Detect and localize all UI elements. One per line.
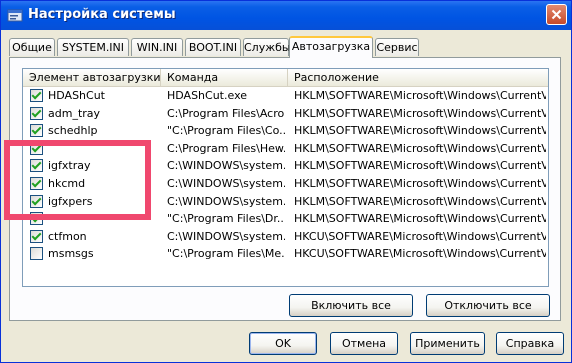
startup-item-location: HKLM\SOFTWARE\Microsoft\Windows\CurrentV…	[294, 194, 546, 208]
startup-panel: Элемент автозагрузки Команда Расположени…	[9, 57, 561, 321]
list-item[interactable]: "C:\Program Files\Dr... HKLM\SOFTWARE\Mic…	[23, 210, 548, 227]
title-bar[interactable]: Настройка системы	[1, 1, 571, 30]
startup-item-command: C:\WINDOWS\system...	[167, 194, 285, 208]
startup-item-name: ctfmon	[48, 229, 87, 243]
startup-item-command: "C:\Program Files\Co...	[167, 124, 285, 138]
close-icon	[551, 9, 562, 20]
startup-item-command: "C:\Program Files\Dr...	[167, 212, 285, 226]
startup-item-location: HKLM\SOFTWARE\Microsoft\Windows\CurrentV…	[294, 89, 546, 102]
startup-item-name: HDAShCut	[48, 89, 105, 102]
startup-checkbox[interactable]	[30, 141, 43, 155]
cancel-button[interactable]: Отмена	[330, 332, 398, 355]
startup-item-command: C:\WINDOWS\system...	[167, 159, 285, 173]
startup-item-name: msmsgs	[48, 247, 94, 261]
startup-list[interactable]: Элемент автозагрузки Команда Расположени…	[22, 68, 549, 287]
startup-item-location: HKLM\SOFTWARE\Microsoft\Windows\CurrentV…	[294, 106, 546, 120]
startup-checkbox[interactable]	[30, 124, 43, 138]
list-item[interactable]: ctfmon C:\WINDOWS\system... HKCU\SOFTWARE\…	[23, 228, 548, 245]
enable-all-button[interactable]: Включить все	[289, 294, 413, 317]
startup-item-command: "C:\Program Files\Me...	[167, 247, 285, 261]
startup-item-location: HKCU\SOFTWARE\Microsoft\Windows\CurrentV…	[294, 229, 546, 243]
startup-checkbox[interactable]	[30, 212, 43, 226]
startup-item-name: adm_tray	[48, 106, 101, 120]
column-header-command[interactable]: Команда	[161, 69, 288, 86]
startup-checkbox[interactable]	[30, 177, 43, 190]
list-item[interactable]: igfxpers C:\WINDOWS\system... HKLM\SOFTWAR…	[23, 193, 548, 210]
list-item[interactable]: schedhlp "C:\Program Files\Co... HKLM\SOFT…	[23, 122, 548, 139]
disable-all-button[interactable]: Отключить все	[426, 294, 550, 317]
tab-boot-ini[interactable]: BOOT.INI	[185, 38, 241, 56]
startup-checkbox[interactable]	[30, 229, 43, 243]
startup-checkbox[interactable]	[30, 159, 43, 173]
startup-item-name	[48, 210, 158, 227]
list-item[interactable]: C:\Program Files\Hew... HKLM\SOFTWARE\Mic…	[23, 140, 548, 157]
startup-item-command: HDAShCut.exe	[167, 89, 248, 102]
list-item[interactable]: igfxtray C:\WINDOWS\system... HKLM\SOFTWAR…	[23, 157, 548, 174]
tab-services[interactable]: Службы	[243, 38, 291, 56]
list-item[interactable]: hkcmd C:\WINDOWS\system... HKLM\SOFTWARE\M…	[23, 175, 548, 192]
startup-item-location: HKLM\SOFTWARE\Microsoft\Windows\CurrentV…	[294, 124, 546, 138]
column-header-location[interactable]: Расположение	[288, 69, 548, 86]
startup-checkbox[interactable]	[30, 89, 43, 102]
system-config-window: Настройка системы Общие SYSTEM.INI WIN.I…	[0, 0, 572, 363]
startup-item-location: HKLM\SOFTWARE\Microsoft\Windows\CurrentV…	[294, 177, 546, 190]
help-button[interactable]: Справка	[496, 332, 564, 355]
tab-system-ini[interactable]: SYSTEM.INI	[57, 38, 129, 56]
tab-general[interactable]: Общие	[9, 38, 55, 56]
tab-win-ini[interactable]: WIN.INI	[131, 38, 183, 56]
startup-item-name: hkcmd	[48, 177, 86, 190]
startup-checkbox[interactable]	[30, 247, 43, 261]
apply-button[interactable]: Применить	[410, 332, 485, 355]
startup-item-name: igfxtray	[48, 159, 91, 173]
list-header: Элемент автозагрузки Команда Расположени…	[23, 69, 548, 87]
startup-item-name	[48, 140, 158, 157]
list-item[interactable]: adm_tray C:\Program Files\Acro... HKLM\SOF…	[23, 105, 548, 122]
startup-checkbox[interactable]	[30, 106, 43, 120]
list-item[interactable]: HDAShCut HDAShCut.exe HKLM\SOFTWARE\Micros…	[23, 87, 548, 104]
list-item[interactable]: msmsgs "C:\Program Files\Me... HKCU\SOFTWA…	[23, 245, 548, 262]
window-title: Настройка системы	[28, 7, 176, 22]
startup-item-location: HKLM\SOFTWARE\Microsoft\Windows\CurrentV…	[294, 141, 546, 155]
startup-item-name: igfxpers	[48, 194, 93, 208]
startup-item-location: HKLM\SOFTWARE\Microsoft\Windows\CurrentV…	[294, 159, 546, 173]
startup-item-name: schedhlp	[48, 124, 98, 138]
startup-item-command: C:\WINDOWS\system...	[167, 177, 285, 190]
tab-tools[interactable]: Сервис	[375, 38, 419, 56]
startup-item-location: HKLM\SOFTWARE\Microsoft\Windows\CurrentV…	[294, 212, 546, 226]
ok-button[interactable]: OK	[249, 332, 317, 355]
startup-item-location: HKCU\SOFTWARE\Microsoft\Windows\CurrentV…	[294, 247, 546, 261]
startup-item-command: C:\WINDOWS\system...	[167, 229, 285, 243]
startup-item-command: C:\Program Files\Hew...	[167, 141, 285, 155]
tab-startup[interactable]: Автозагрузка	[289, 36, 373, 58]
column-header-item[interactable]: Элемент автозагрузки	[23, 69, 161, 86]
msconfig-icon	[7, 9, 23, 22]
close-button[interactable]	[546, 4, 567, 25]
startup-checkbox[interactable]	[30, 194, 43, 208]
startup-item-command: C:\Program Files\Acro...	[167, 106, 285, 120]
